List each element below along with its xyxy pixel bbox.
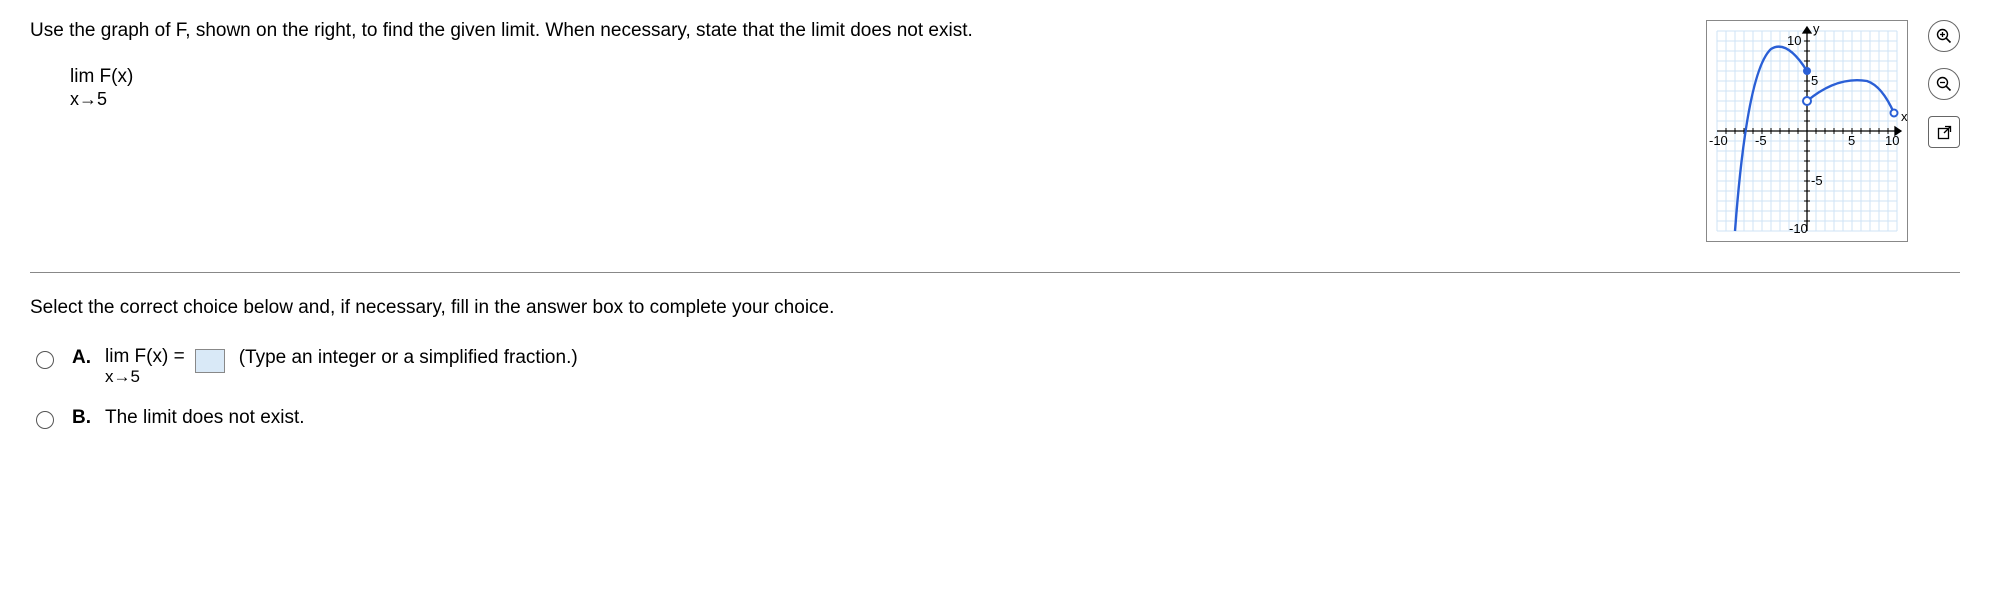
limit-bottom: x→5 (70, 89, 1666, 111)
x-axis-label: x (1901, 109, 1908, 124)
tick-x-5: 5 (1848, 133, 1855, 148)
section-divider (30, 272, 1960, 273)
choice-a-letter: A. (72, 347, 91, 369)
choice-b-letter: B. (72, 407, 91, 429)
choice-b-text: The limit does not exist. (105, 407, 305, 429)
answer-input[interactable] (195, 349, 225, 373)
open-new-icon (1937, 125, 1952, 140)
tick-y-neg10: -10 (1789, 221, 1808, 236)
tick-x-neg5: -5 (1755, 133, 1767, 148)
tick-x-10: 10 (1885, 133, 1899, 148)
choice-a-limit-top: lim F(x) = (105, 347, 185, 368)
question-prompt: Use the graph of F, shown on the right, … (30, 20, 1666, 42)
zoom-in-button[interactable] (1928, 20, 1960, 52)
choice-a: A. lim F(x) = x→5 (Type an integer or a … (36, 347, 1960, 387)
zoom-out-button[interactable] (1928, 68, 1960, 100)
tick-y-neg5: -5 (1811, 173, 1823, 188)
y-axis-label: y (1813, 21, 1820, 36)
choice-a-limit-bottom: x→5 (105, 368, 185, 387)
tick-x-neg10: -10 (1709, 133, 1728, 148)
choice-instruction: Select the correct choice below and, if … (30, 297, 1960, 319)
tick-y-10: 10 (1787, 33, 1801, 48)
limit-expression: lim F(x) x→5 (70, 66, 1666, 110)
zoom-in-icon (1936, 28, 1952, 44)
choice-a-limit: lim F(x) = x→5 (105, 347, 185, 387)
choice-b: B. The limit does not exist. (36, 407, 1960, 429)
radio-a[interactable] (36, 351, 54, 369)
tick-y-5: 5 (1811, 73, 1818, 88)
open-new-button[interactable] (1928, 116, 1960, 148)
radio-b[interactable] (36, 411, 54, 429)
zoom-out-icon (1936, 76, 1952, 92)
choice-a-hint: (Type an integer or a simplified fractio… (239, 347, 578, 369)
graph-plot: y x 10 5 -5 -10 -10 -5 5 10 (1706, 20, 1908, 242)
limit-top: lim F(x) (70, 66, 1666, 89)
